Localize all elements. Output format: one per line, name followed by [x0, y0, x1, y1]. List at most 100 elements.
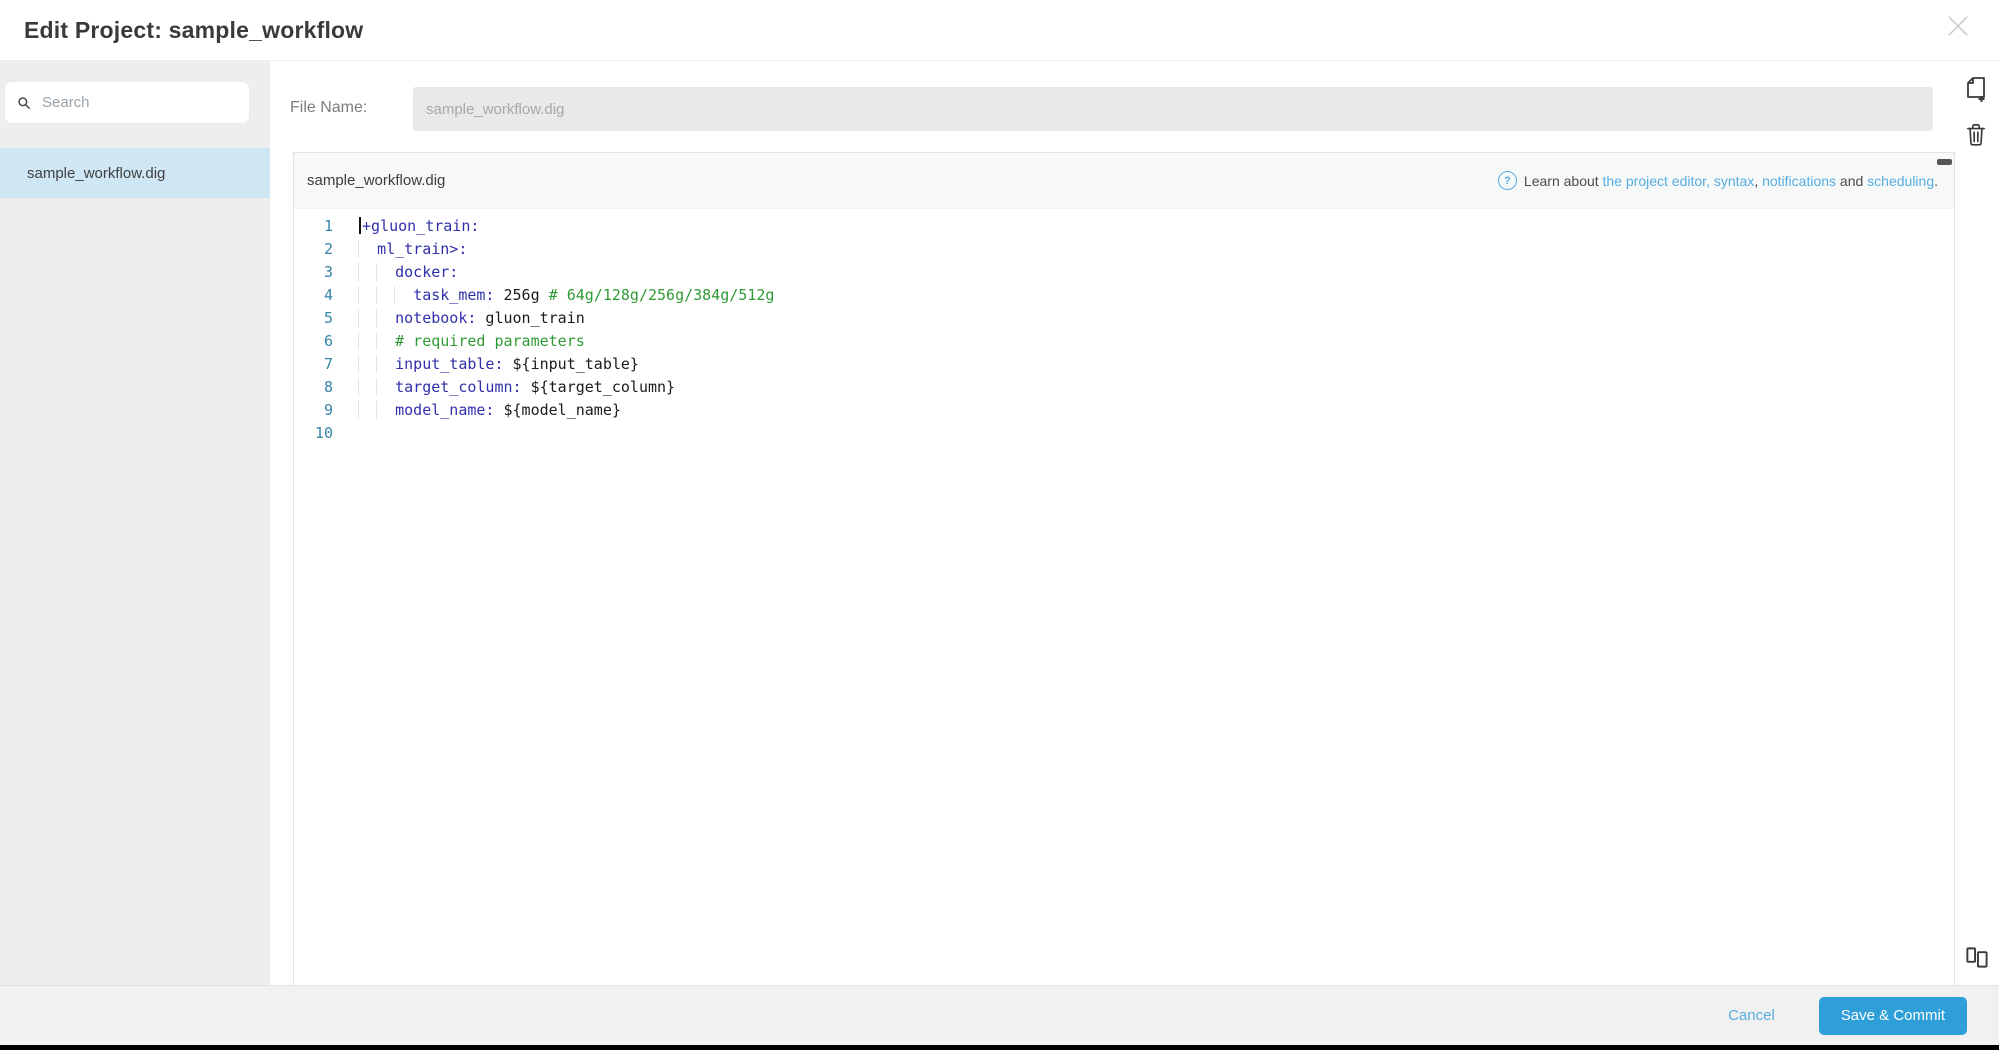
file-name-input[interactable]	[413, 87, 1933, 131]
main-area: File Name: sample_workflow.dig ? Learn a…	[270, 61, 1999, 985]
indent-guide	[358, 263, 377, 281]
indent-guide	[358, 332, 377, 350]
line-number: 3	[294, 261, 347, 284]
code-line-content: input_table: ${input_table}	[347, 353, 639, 376]
code-line: 2 ml_train>:	[294, 238, 1954, 261]
trash-icon	[1965, 122, 1987, 147]
editor-file-title: sample_workflow.dig	[307, 172, 445, 189]
cancel-button[interactable]: Cancel	[1722, 1006, 1781, 1025]
code-line-content: # required parameters	[347, 330, 585, 353]
help-link-7[interactable]: scheduling	[1867, 173, 1934, 189]
code-line-content: target_column: ${target_column}	[347, 376, 675, 399]
code-token-key: notebook:	[395, 309, 476, 327]
file-sidebar: sample_workflow.dig	[0, 61, 270, 985]
code-line: 7 input_table: ${input_table}	[294, 353, 1954, 376]
search-input[interactable]	[40, 93, 237, 112]
code-token-plain: ${input_table}	[504, 355, 639, 373]
line-number: 4	[294, 284, 347, 307]
search-icon	[17, 96, 31, 110]
code-line: 4 task_mem: 256g # 64g/128g/256g/384g/51…	[294, 284, 1954, 307]
indent-guide	[376, 263, 395, 281]
code-line-content: +gluon_train:	[347, 215, 479, 238]
close-button[interactable]	[1943, 11, 1973, 41]
code-token-key: model_name:	[395, 401, 494, 419]
help-text-segment: Learn about	[1524, 173, 1603, 189]
close-icon	[1945, 13, 1971, 39]
indent-guide	[358, 309, 377, 327]
page-title: Edit Project: sample_workflow	[24, 17, 363, 44]
code-token-plain: ${model_name}	[494, 401, 620, 419]
line-number: 8	[294, 376, 347, 399]
code-line-content	[347, 422, 359, 445]
code-line-content: model_name: ${model_name}	[347, 399, 621, 422]
help-text-segment: .	[1934, 173, 1938, 189]
help-text: Learn about the project editor, syntax, …	[1524, 173, 1938, 189]
code-token-key: ml_train>:	[377, 240, 467, 258]
line-number: 1	[294, 215, 347, 238]
code-line: 10	[294, 422, 1954, 445]
code-token-key: task_mem:	[413, 286, 494, 304]
code-token-plain: 256g	[494, 286, 548, 304]
code-line: 5 notebook: gluon_train	[294, 307, 1954, 330]
bottom-edge-bar	[0, 1045, 1999, 1050]
indent-guide	[358, 355, 377, 373]
code-token-key: input_table:	[395, 355, 503, 373]
line-number: 7	[294, 353, 347, 376]
code-editor[interactable]: 1+gluon_train:2 ml_train>:3 docker:4 tas…	[294, 209, 1954, 715]
editor-panel: sample_workflow.dig ? Learn about the pr…	[293, 152, 1955, 985]
save-commit-button[interactable]: Save & Commit	[1819, 997, 1967, 1035]
sidebar-item-sample-workflow-dig[interactable]: sample_workflow.dig	[0, 148, 270, 198]
indent-guide	[376, 378, 395, 396]
line-number: 2	[294, 238, 347, 261]
code-line: 9 model_name: ${model_name}	[294, 399, 1954, 422]
code-line-content: docker:	[347, 261, 458, 284]
editor-help-line: ? Learn about the project editor, syntax…	[1498, 171, 1938, 190]
code-line-content: notebook: gluon_train	[347, 307, 585, 330]
question-circle-icon[interactable]: ?	[1498, 171, 1517, 190]
code-line: 1 +gluon_train:	[294, 215, 1954, 238]
indent-guide	[376, 309, 395, 327]
new-file-button[interactable]	[1960, 73, 1992, 105]
code-token-comment: # 64g/128g/256g/384g/512g	[549, 286, 775, 304]
modal-footer: Cancel Save & Commit	[0, 985, 1999, 1045]
line-number: 5	[294, 307, 347, 330]
indent-guide	[376, 355, 395, 373]
new-file-icon	[1964, 76, 1988, 103]
file-item-label: sample_workflow.dig	[27, 165, 165, 182]
delete-file-button[interactable]	[1960, 118, 1992, 150]
split-view-button[interactable]	[1960, 941, 1992, 973]
editor-scrollbar-thumb[interactable]	[1937, 159, 1952, 165]
code-token-key: docker:	[395, 263, 458, 281]
line-number: 9	[294, 399, 347, 422]
help-text-segment: and	[1836, 173, 1867, 189]
file-name-label: File Name:	[290, 99, 367, 117]
help-link-5[interactable]: notifications	[1762, 173, 1836, 189]
search-box	[4, 81, 250, 124]
text-cursor	[359, 217, 361, 234]
code-token-plain: gluon_train	[476, 309, 584, 327]
help-link-1[interactable]: the project editor,	[1603, 173, 1710, 189]
indent-guide	[358, 401, 377, 419]
code-line-content: ml_train>:	[347, 238, 467, 261]
code-token-key: +gluon_train:	[362, 217, 479, 235]
help-text-segment: ,	[1754, 173, 1762, 189]
code-line: 8 target_column: ${target_column}	[294, 376, 1954, 399]
line-number: 10	[294, 422, 347, 445]
indent-guide	[394, 286, 413, 304]
code-line: 3 docker:	[294, 261, 1954, 284]
code-line: 6 # required parameters	[294, 330, 1954, 353]
line-number: 6	[294, 330, 347, 353]
code-token-comment: # required parameters	[395, 332, 585, 350]
indent-guide	[358, 286, 377, 304]
split-view-icon	[1964, 945, 1989, 970]
code-token-plain: ${target_column}	[522, 378, 676, 396]
modal-titlebar: Edit Project: sample_workflow	[0, 0, 1999, 61]
indent-guide	[376, 332, 395, 350]
code-token-key: target_column:	[395, 378, 521, 396]
indent-guide	[376, 401, 395, 419]
indent-guide	[358, 240, 377, 258]
editor-panel-header: sample_workflow.dig ? Learn about the pr…	[294, 153, 1954, 209]
help-link-3[interactable]: syntax	[1714, 173, 1754, 189]
indent-guide	[358, 378, 377, 396]
indent-guide	[376, 286, 395, 304]
